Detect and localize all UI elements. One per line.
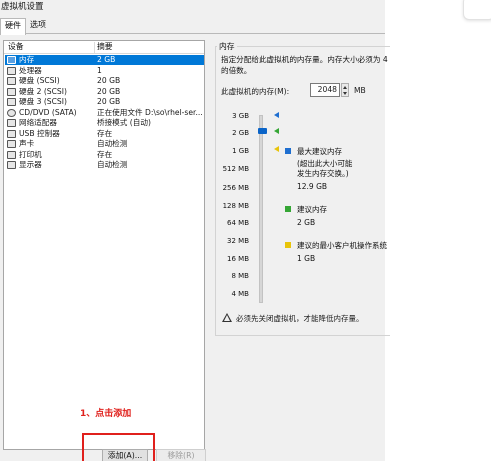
device-row-hard-disk-2[interactable]: 硬盘 2 (SCSI) 20 GB [5,87,204,97]
device-row-network[interactable]: 网络适配器 桥接模式 (自动) [5,118,204,128]
device-summary: 存在 [97,128,113,138]
scale-label: 128 MB [222,202,249,210]
memory-input-label: 此虚拟机的内存(M): [221,87,290,96]
device-row-printer[interactable]: 打印机 存在 [5,150,204,160]
device-name: 硬盘 3 (SCSI) [19,97,67,106]
memory-slider-thumb[interactable] [258,128,267,134]
cpu-icon [7,66,16,75]
tab-hardware[interactable]: 硬件 [0,18,26,35]
sound-icon [7,140,16,148]
min-guest-value: 1 GB [297,254,316,263]
device-summary: 自动检测 [97,160,128,169]
cd-dvd-icon [7,108,16,117]
max-recommended-note: 发生内存交换。) [297,169,349,178]
spinner-up-icon[interactable] [343,86,347,89]
min-guest-legend-icon [285,242,291,248]
scale-label: 256 MB [222,184,249,192]
max-recommended-marker [274,112,279,118]
hard-disk-icon [7,98,16,106]
device-list: 设备 摘要 内存 2 GB 处理器 1 硬盘 (SCSI) 20 GB 硬盘 2… [3,40,205,450]
window-title: 虚拟机设置 [1,2,44,12]
device-row-hard-disk-3[interactable]: 硬盘 3 (SCSI) 20 GB [5,97,204,107]
display-icon [7,161,16,169]
memory-warning-text: 必须先关闭虚拟机，才能降低内存量。 [236,314,364,323]
max-recommended-title: 最大建议内存 [297,147,342,156]
device-summary: 2 GB [97,55,116,64]
recommended-marker [274,128,279,134]
scale-label: 2 GB [232,129,249,137]
device-summary: 20 GB [97,76,121,85]
max-recommended-value: 12.9 GB [297,182,328,191]
network-icon [7,119,16,127]
vm-settings-dialog: 虚拟机设置 硬件 选项 设备 摘要 内存 2 GB 处理器 1 硬盘 (SCSI… [0,0,390,461]
device-row-memory[interactable]: 内存 2 GB [5,55,204,65]
memory-settings-group: 内存 指定分配给此虚拟机的内存量。内存大小必须为 4 的倍数。 此虚拟机的内存(… [215,41,390,342]
background-card [463,0,491,20]
device-row-usb[interactable]: USB 控制器 存在 [5,129,204,139]
memory-icon [7,56,16,64]
scale-label: 8 MB [231,272,249,280]
recommended-value: 2 GB [297,218,316,227]
column-header-summary[interactable]: 摘要 [97,41,113,53]
min-guest-marker [274,146,279,152]
device-name: 显示器 [19,160,42,169]
memory-spinner[interactable] [341,83,349,97]
device-name: 硬盘 (SCSI) [19,76,60,85]
spinner-down-icon[interactable] [343,92,347,95]
memory-slider-track[interactable] [259,115,263,303]
max-recommended-legend-icon [285,148,291,154]
group-title: 内存 [217,41,237,52]
device-name: USB 控制器 [19,128,60,138]
device-summary: 1 [97,65,102,75]
scale-label: 64 MB [227,219,249,227]
device-name: 内存 [19,55,35,64]
device-name: 处理器 [19,65,42,75]
recommended-legend-icon [285,206,291,212]
memory-size-input[interactable]: 2048 [310,83,340,97]
description-line: 的倍数。 [221,66,252,75]
column-divider[interactable] [94,42,95,53]
device-row-cd-dvd[interactable]: CD/DVD (SATA) 正在使用文件 D:\so\rhel-ser... [5,108,204,118]
device-name: 声卡 [19,139,35,148]
device-name: CD/DVD (SATA) [19,107,77,117]
memory-description: 指定分配给此虚拟机的内存量。内存大小必须为 4 的倍数。 [221,54,391,76]
scale-label: 512 MB [222,165,249,173]
add-device-button[interactable]: 添加(A)... [102,449,148,461]
device-summary: 桥接模式 (自动) [97,118,151,127]
min-guest-title: 建议的最小客户机操作系统 [297,241,387,250]
hard-disk-icon [7,87,16,96]
scale-label: 32 MB [227,237,249,245]
memory-unit: MB [354,86,366,95]
scale-label: 4 MB [231,290,249,298]
scale-label: 16 MB [227,255,249,263]
remove-device-button[interactable]: 移除(R) [156,449,206,461]
device-summary: 正在使用文件 D:\so\rhel-ser... [97,107,203,117]
tab-options[interactable]: 选项 [26,18,50,34]
device-name: 网络适配器 [19,118,57,127]
device-row-display[interactable]: 显示器 自动检测 [5,160,204,170]
scale-label: 3 GB [232,112,249,120]
printer-icon [7,150,16,159]
description-line: 指定分配给此虚拟机的内存量。内存大小必须为 4 [221,55,388,64]
device-summary: 20 GB [97,86,121,96]
column-header-device[interactable]: 设备 [8,41,24,53]
usb-icon [7,129,16,138]
device-row-processor[interactable]: 处理器 1 [5,66,204,76]
device-summary: 20 GB [97,97,121,106]
device-summary: 自动检测 [97,139,128,148]
device-name: 硬盘 2 (SCSI) [19,86,67,96]
device-summary: 存在 [97,149,113,159]
device-row-hard-disk[interactable]: 硬盘 (SCSI) 20 GB [5,76,204,86]
hard-disk-icon [7,77,16,85]
device-name: 打印机 [19,149,42,159]
warning-icon [222,313,232,322]
tab-bar: 硬件 选项 [0,16,385,35]
scale-label: 1 GB [232,147,249,155]
header-divider [4,53,204,54]
annotation-label: 1、点击添加 [80,409,132,419]
recommended-title: 建议内存 [297,205,327,214]
device-row-sound[interactable]: 声卡 自动检测 [5,139,204,149]
